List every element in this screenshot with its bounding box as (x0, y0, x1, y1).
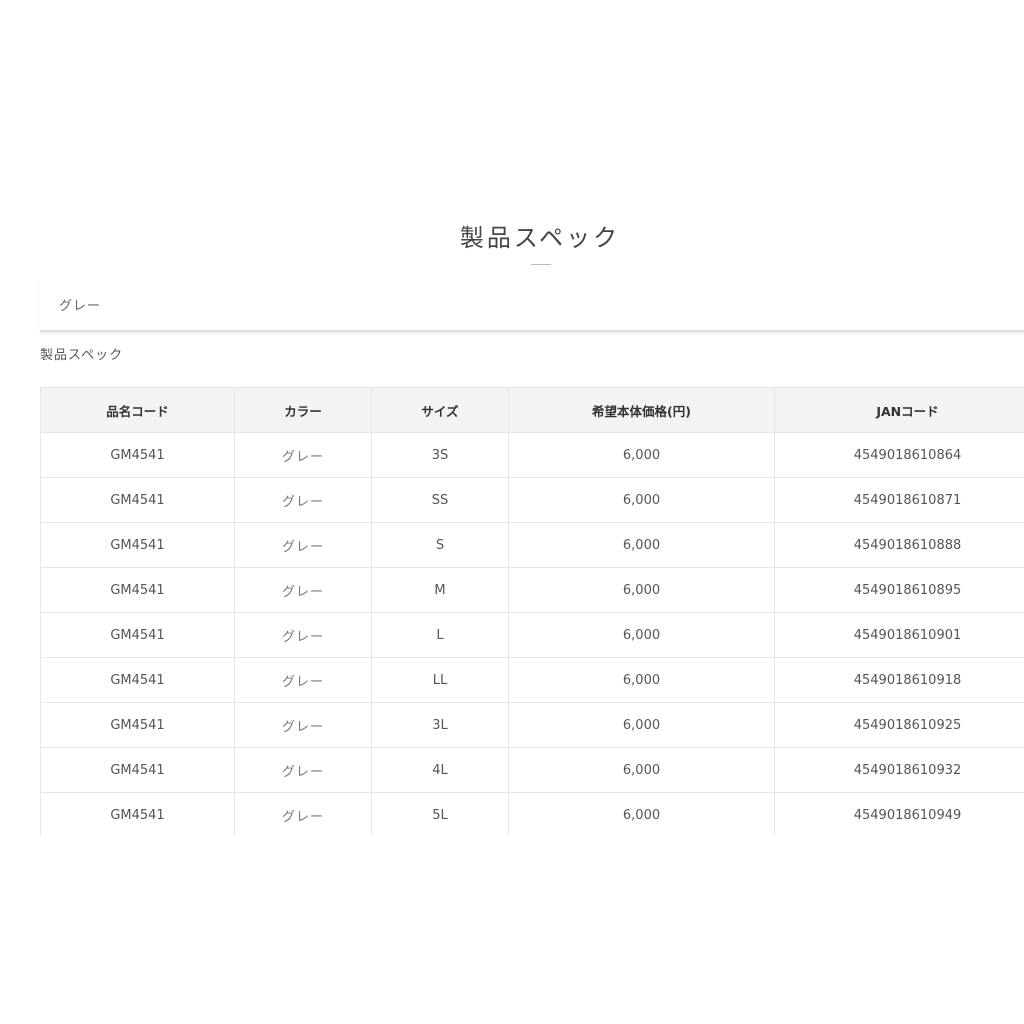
color-tab-gray[interactable]: グレー (40, 282, 1024, 332)
cell-price: 6,000 (508, 477, 775, 523)
cell-jan-code: 4549018610949 (774, 792, 1024, 835)
cell-product-code: GM4541 (40, 657, 235, 703)
cell-color: グレー (234, 477, 372, 523)
cell-product-code: GM4541 (40, 702, 235, 748)
cell-product-code: GM4541 (40, 612, 235, 658)
cell-product-code: GM4541 (40, 567, 235, 613)
cell-jan-code: 4549018610901 (774, 612, 1024, 658)
column-header-price: 希望本体価格(円) (508, 387, 775, 433)
cell-color: グレー (234, 702, 372, 748)
cell-jan-code: 4549018610864 (774, 432, 1024, 478)
table-row: GM4541 グレー S 6,000 4549018610888 (40, 522, 1024, 568)
table-row: GM4541 グレー 5L 6,000 4549018610949 (40, 792, 1024, 835)
table-row: GM4541 グレー 4L 6,000 4549018610932 (40, 747, 1024, 793)
table-row: GM4541 グレー LL 6,000 4549018610918 (40, 657, 1024, 703)
cell-price: 6,000 (508, 747, 775, 793)
table-row: GM4541 グレー SS 6,000 4549018610871 (40, 477, 1024, 523)
product-spec-page: 製品スペック グレー 製品スペック 品名コード カラー サイズ 希望本体価格(円… (0, 0, 1024, 1024)
column-header-color: カラー (234, 387, 372, 433)
cell-price: 6,000 (508, 657, 775, 703)
cell-product-code: GM4541 (40, 432, 235, 478)
cell-color: グレー (234, 522, 372, 568)
cell-color: グレー (234, 792, 372, 835)
section-title: 製品スペック (459, 224, 621, 252)
cell-product-code: GM4541 (40, 477, 235, 523)
cell-jan-code: 4549018610925 (774, 702, 1024, 748)
column-header-size: サイズ (371, 387, 509, 433)
table-row: GM4541 グレー L 6,000 4549018610901 (40, 612, 1024, 658)
cell-product-code: GM4541 (40, 792, 235, 835)
cell-size: LL (371, 657, 509, 703)
cell-size: 3L (371, 702, 509, 748)
column-header-product-code: 品名コード (40, 387, 235, 433)
color-tab-label: グレー (59, 299, 102, 314)
cell-price: 6,000 (508, 567, 775, 613)
table-row: GM4541 グレー 3L 6,000 4549018610925 (40, 702, 1024, 748)
cell-jan-code: 4549018610895 (774, 567, 1024, 613)
cell-price: 6,000 (508, 702, 775, 748)
table-body: GM4541 グレー 3S 6,000 4549018610864 GM4541 グレー SS… (40, 432, 1024, 835)
cell-size: 4L (371, 747, 509, 793)
table-header-row: 品名コード カラー サイズ 希望本体価格(円) JANコード (40, 387, 1024, 433)
cell-size: SS (371, 477, 509, 523)
table-row: GM4541 グレー 3S 6,000 4549018610864 (40, 432, 1024, 478)
cell-size: M (371, 567, 509, 613)
cell-jan-code: 4549018610888 (774, 522, 1024, 568)
cell-size: S (371, 522, 509, 568)
cell-price: 6,000 (508, 432, 775, 478)
column-header-jan-code: JANコード (774, 387, 1024, 433)
cell-jan-code: 4549018610932 (774, 747, 1024, 793)
cell-price: 6,000 (508, 612, 775, 658)
cell-jan-code: 4549018610918 (774, 657, 1024, 703)
spec-table-container: 品名コード カラー サイズ 希望本体価格(円) JANコード GM4541 グレー… (40, 387, 1024, 835)
cell-size: 3S (371, 432, 509, 478)
cell-price: 6,000 (508, 522, 775, 568)
cell-color: グレー (234, 657, 372, 703)
title-divider (531, 264, 551, 265)
cell-color: グレー (234, 432, 372, 478)
cell-size: 5L (371, 792, 509, 835)
cell-jan-code: 4549018610871 (774, 477, 1024, 523)
table-row: GM4541 グレー M 6,000 4549018610895 (40, 567, 1024, 613)
cell-product-code: GM4541 (40, 522, 235, 568)
cell-color: グレー (234, 612, 372, 658)
cell-size: L (371, 612, 509, 658)
cell-product-code: GM4541 (40, 747, 235, 793)
cell-color: グレー (234, 747, 372, 793)
spec-table: 品名コード カラー サイズ 希望本体価格(円) JANコード GM4541 グレー… (40, 387, 1024, 835)
cell-color: グレー (234, 567, 372, 613)
spec-heading: 製品スペック (40, 348, 124, 363)
cell-price: 6,000 (508, 792, 775, 835)
